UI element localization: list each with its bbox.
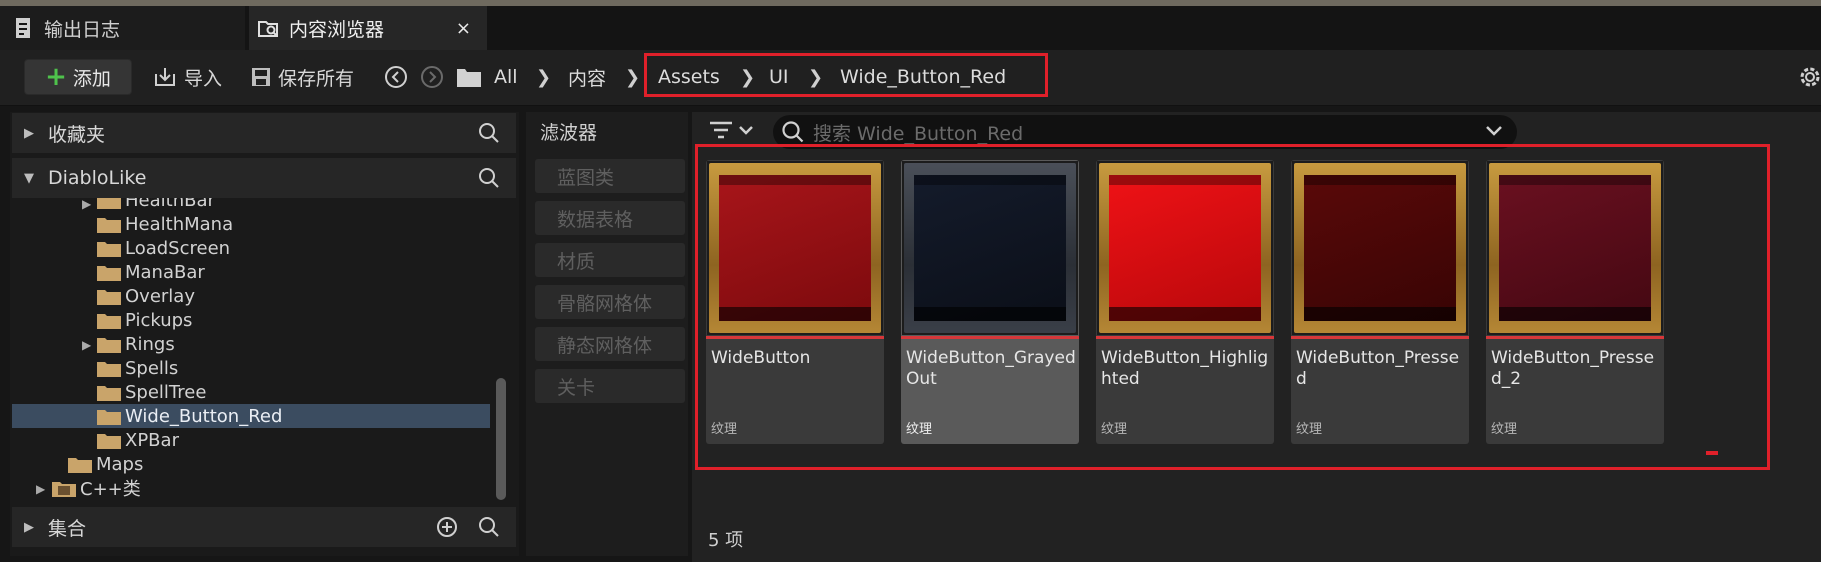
filter-level[interactable]: 关卡 (535, 369, 685, 403)
folder-icon (97, 241, 121, 257)
save-icon (252, 68, 270, 86)
add-button[interactable]: + 添加 (24, 59, 132, 95)
search-placeholder: 搜索 Wide_Button_Red (813, 122, 1024, 145)
tree-item[interactable]: Maps (12, 452, 490, 476)
tree-item[interactable]: SpellTree (12, 380, 490, 404)
expand-arrow-icon: ▶ (24, 519, 34, 535)
folder-icon (97, 337, 121, 353)
search-icon[interactable] (478, 122, 500, 144)
item-count: 5 项 (708, 530, 744, 551)
project-label: DiabloLike (48, 167, 147, 189)
folder-icon (97, 289, 121, 305)
folder-icon (97, 433, 121, 449)
plus-icon: + (45, 62, 67, 92)
filters-title: 滤波器 (540, 122, 598, 144)
import-label: 导入 (184, 67, 223, 90)
tab-content-browser-label: 内容浏览器 (289, 18, 385, 41)
folder-icon (457, 69, 481, 87)
cpp-folder-icon (52, 481, 76, 497)
add-button-label: 添加 (72, 67, 111, 90)
favorites-label: 收藏夹 (48, 123, 106, 146)
tree-item[interactable]: ManaBar (12, 260, 490, 284)
save-all-button[interactable]: 保存所有 (251, 59, 354, 95)
tab-output-log[interactable]: 输出日志 (0, 6, 245, 50)
filter-data-table[interactable]: 数据表格 (535, 201, 685, 235)
collections-label: 集合 (48, 517, 87, 540)
search-icon[interactable] (478, 516, 500, 538)
collapse-arrow-icon: ▼ (24, 170, 34, 186)
folder-tree[interactable]: ▶ HealthBar HealthMana LoadScreen ManaBa… (12, 198, 490, 504)
forward-arrow-icon (421, 66, 443, 88)
project-header[interactable]: ▼ DiabloLike (12, 158, 516, 198)
breadcrumb-content[interactable]: 内容 (568, 59, 606, 95)
filter-skeletal-mesh[interactable]: 骨骼网格体 (535, 285, 685, 319)
breadcrumb-separator-icon: ❯ (625, 66, 641, 88)
folder-icon (97, 198, 121, 209)
tree-item[interactable]: HealthBar (12, 198, 490, 212)
close-icon[interactable]: × (456, 18, 471, 39)
tab-content-browser[interactable]: 内容浏览器 × (249, 6, 487, 50)
tree-item[interactable]: LoadScreen (12, 236, 490, 260)
folder-nav-button[interactable] (456, 59, 489, 95)
tree-scrollbar[interactable] (496, 378, 506, 500)
import-button[interactable]: 导入 (153, 59, 222, 95)
tree-item[interactable]: Rings (12, 332, 490, 356)
tree-item[interactable]: Spells (12, 356, 490, 380)
folder-icon (97, 265, 121, 281)
annotation-mark (1706, 451, 1718, 455)
save-all-label: 保存所有 (278, 67, 355, 90)
import-icon (155, 68, 175, 86)
chevron-down-icon[interactable] (1485, 124, 1503, 138)
filter-material[interactable]: 材质 (535, 243, 685, 277)
expand-arrow-icon: ▶ (24, 125, 34, 141)
collections-header[interactable]: ▶ 集合 (12, 507, 516, 547)
filter-static-mesh[interactable]: 静态网格体 (535, 327, 685, 361)
folder-icon (97, 313, 121, 329)
breadcrumb-annotation-box (644, 53, 1048, 97)
assets-annotation-box (695, 144, 1770, 470)
breadcrumb-separator-icon: ❯ (536, 66, 552, 88)
forward-button[interactable] (420, 59, 451, 95)
tree-item-selected[interactable]: Wide_Button_Red (12, 404, 490, 428)
folder-icon (68, 457, 92, 473)
filter-blueprint[interactable]: 蓝图类 (535, 159, 685, 193)
search-icon (782, 121, 804, 143)
back-button[interactable] (384, 59, 415, 95)
folder-icon (97, 361, 121, 377)
folder-icon (97, 217, 121, 233)
search-icon[interactable] (478, 167, 500, 189)
settings-gear-icon[interactable] (1798, 64, 1821, 90)
log-icon (14, 17, 34, 39)
breadcrumb-all[interactable]: All (494, 59, 518, 95)
content-browser-icon (257, 17, 279, 39)
favorites-header[interactable]: ▶ 收藏夹 (12, 113, 516, 153)
filter-dropdown-button[interactable] (708, 118, 758, 142)
folder-icon (97, 409, 121, 425)
add-circle-icon[interactable] (436, 516, 458, 538)
folder-icon (97, 385, 121, 401)
tree-item[interactable]: Pickups (12, 308, 490, 332)
tree-item[interactable]: XPBar (12, 428, 490, 452)
tab-output-log-label: 输出日志 (44, 18, 121, 41)
back-arrow-icon (385, 66, 407, 88)
tree-item[interactable]: Overlay (12, 284, 490, 308)
tree-item[interactable]: C++类 (12, 476, 490, 500)
tree-item[interactable]: HealthMana (12, 212, 490, 236)
